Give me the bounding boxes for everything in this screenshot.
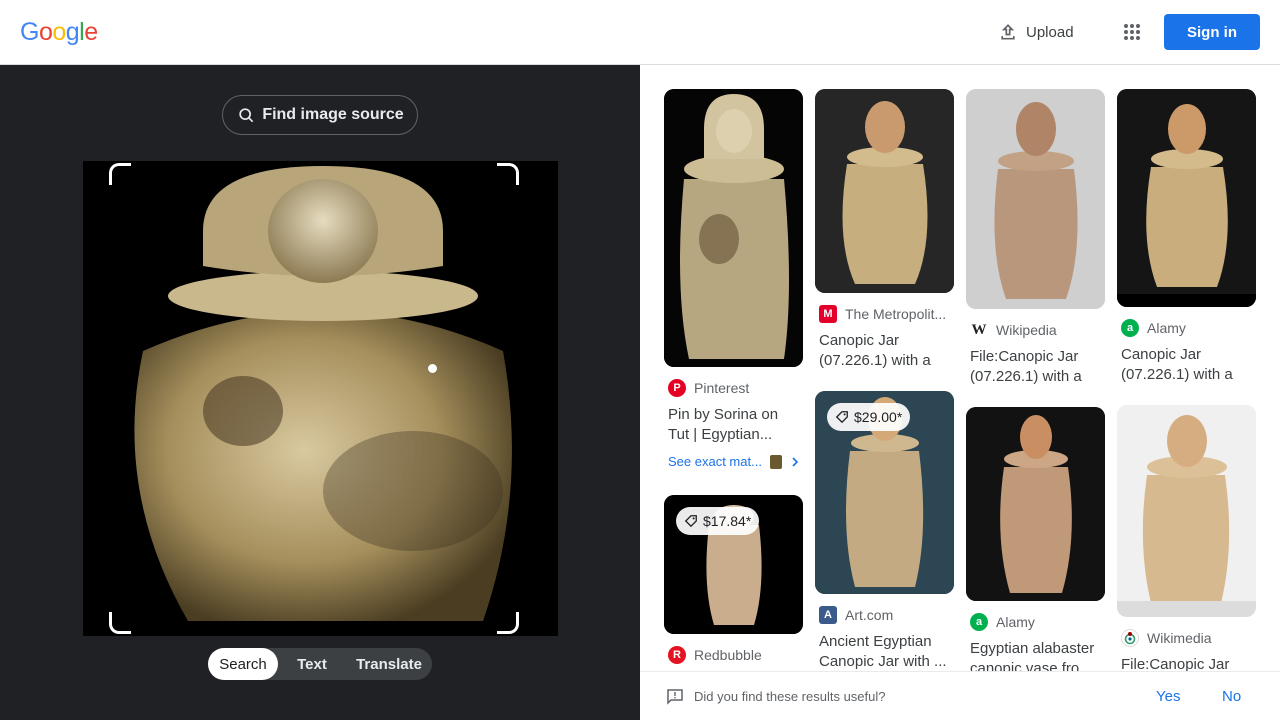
result-thumbnail[interactable] (966, 407, 1105, 601)
google-logo[interactable]: Google (20, 18, 98, 47)
jar-thumbnail-image (966, 407, 1105, 601)
result-thumbnail[interactable] (1117, 405, 1256, 617)
result-source[interactable]: Wikimedia (1121, 629, 1260, 647)
wikimedia-icon (1121, 629, 1139, 647)
alamy-icon: a (1121, 319, 1139, 337)
crop-handle-top-right[interactable] (497, 163, 519, 185)
result-source[interactable]: R Redbubble (668, 646, 807, 664)
exact-match-mini-thumbnail (769, 454, 782, 469)
result-title[interactable]: Canopic Jar (07.226.1) with a L... (819, 331, 951, 371)
sign-in-button[interactable]: Sign in (1164, 14, 1260, 50)
result-source[interactable]: a Alamy (970, 613, 1109, 631)
crop-handle-top-left[interactable] (109, 163, 131, 185)
wikipedia-icon: W (970, 321, 988, 339)
jar-thumbnail-image (1117, 89, 1256, 307)
result-title[interactable]: Egyptian alabaster canopic vase fro... (970, 639, 1102, 671)
result-title[interactable]: File:Canopic Jar (1121, 655, 1253, 671)
crop-handle-bottom-right[interactable] (497, 612, 519, 634)
price-tag-icon (684, 515, 697, 528)
upload-label: Upload (1026, 23, 1074, 41)
find-source-label: Find image source (262, 106, 404, 123)
find-image-source-button[interactable]: Find image source (222, 95, 418, 135)
lens-mode-tabs: Search Text Translate (208, 648, 432, 680)
result-source[interactable]: M The Metropolit... (819, 305, 958, 323)
result-title[interactable]: File:Canopic Jar (07.226.1) with a L... (970, 347, 1102, 387)
price-badge: $29.00* (827, 403, 911, 431)
chevron-right-icon (792, 456, 799, 467)
price-badge: $17.84* (676, 507, 760, 535)
redbubble-icon: R (668, 646, 686, 664)
result-thumbnail[interactable] (664, 89, 803, 367)
result-thumbnail[interactable] (815, 89, 954, 293)
tab-text[interactable]: Text (278, 648, 346, 680)
tab-search[interactable]: Search (208, 648, 278, 680)
upload-button[interactable]: Upload (988, 16, 1084, 48)
result-source[interactable]: P Pinterest (668, 379, 807, 397)
result-thumbnail[interactable] (1117, 89, 1256, 307)
result-source[interactable]: a Alamy (1121, 319, 1260, 337)
crop-handle-bottom-left[interactable] (109, 612, 131, 634)
result-title[interactable]: Pin by Sorina on Tut | Egyptian... (668, 405, 800, 445)
result-title[interactable]: Canopic Jar (07.226.1) with a L... (1121, 345, 1253, 385)
result-source[interactable]: A Art.com (819, 606, 958, 624)
feedback-bar: Did you find these results useful? Yes N… (640, 671, 1280, 720)
visual-matches-grid: P Pinterest Pin by Sorina on Tut | Egypt… (640, 65, 1280, 671)
lens-search-icon (239, 108, 254, 123)
feedback-yes-button[interactable]: Yes (1156, 688, 1180, 705)
feedback-no-button[interactable]: No (1222, 688, 1241, 705)
met-icon: M (819, 305, 837, 323)
jar-thumbnail-image (1117, 405, 1256, 617)
result-thumbnail[interactable] (966, 89, 1105, 309)
upload-icon (1001, 24, 1015, 40)
jar-thumbnail-image (966, 89, 1105, 309)
price-tag-icon (835, 411, 848, 424)
alamy-icon: a (970, 613, 988, 631)
google-apps-button[interactable] (1116, 16, 1148, 48)
jar-thumbnail-image (815, 89, 954, 293)
feedback-question: Did you find these results useful? (694, 689, 886, 704)
feedback-icon (667, 689, 683, 705)
canopic-jar-photo (83, 161, 558, 636)
result-title[interactable]: Ancient Egyptian Canopic Jar with ... (819, 632, 951, 671)
grid-icon (1124, 24, 1140, 40)
top-bar: Google Upload Sign in (0, 0, 1280, 65)
query-image[interactable] (83, 161, 558, 636)
see-exact-matches-link[interactable]: See exact mat... (668, 454, 800, 469)
jar-thumbnail-image (664, 89, 803, 367)
object-marker-dot[interactable] (428, 364, 437, 373)
lens-image-pane: Find image source Search Text Translate (0, 65, 640, 720)
artcom-icon: A (819, 606, 837, 624)
pinterest-icon: P (668, 379, 686, 397)
tab-translate[interactable]: Translate (346, 648, 432, 680)
result-source[interactable]: W Wikipedia (970, 321, 1109, 339)
